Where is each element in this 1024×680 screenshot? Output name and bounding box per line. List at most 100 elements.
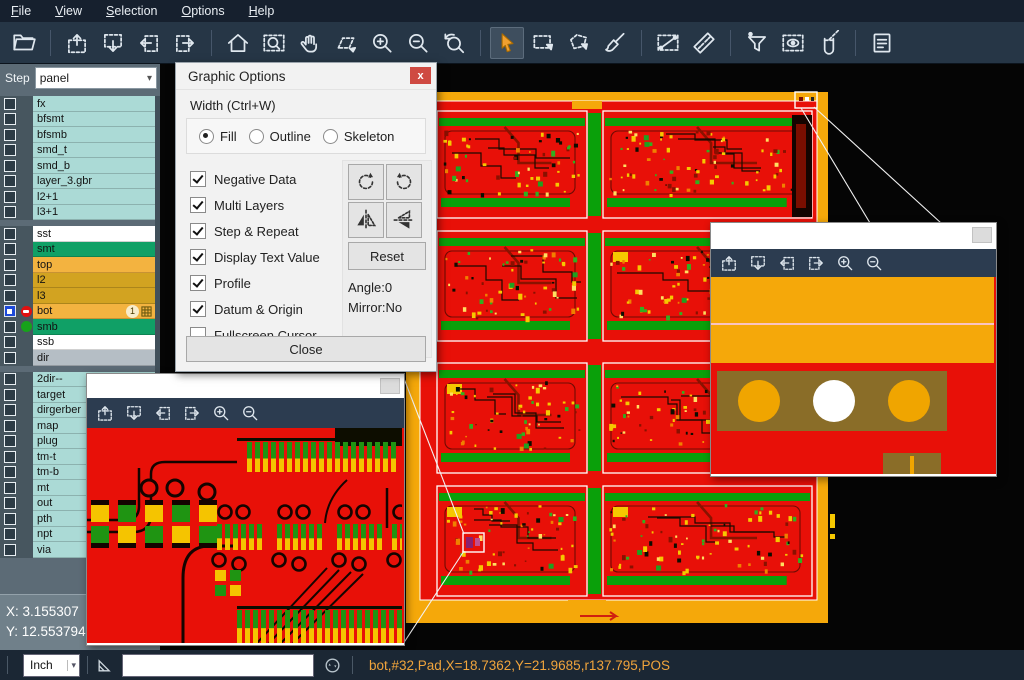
layer-visibility-checkbox[interactable] <box>4 228 16 240</box>
view-box-icon[interactable] <box>776 27 810 59</box>
dialog-title[interactable]: Graphic Options <box>176 63 436 90</box>
layer-cell-fx[interactable]: fx <box>33 96 155 112</box>
layer-cell-ssb[interactable]: ssb <box>33 335 155 351</box>
arrow-up-box-icon[interactable] <box>60 27 94 59</box>
layer-visibility-checkbox[interactable] <box>4 243 16 255</box>
popup-window-button[interactable] <box>972 227 992 243</box>
layer-visibility-checkbox[interactable] <box>4 160 16 172</box>
layer-row-l2[interactable]: l2 <box>0 273 160 289</box>
folder-open-icon[interactable] <box>7 27 41 59</box>
layer-visibility-checkbox[interactable] <box>4 451 16 463</box>
layer-visibility-checkbox[interactable] <box>4 98 16 110</box>
layer-row-bot[interactable]: bot1 <box>0 304 160 320</box>
layer-visibility-checkbox[interactable] <box>4 206 16 218</box>
checkbox-multi-layers[interactable]: Multi Layers <box>190 192 320 218</box>
layer-visibility-checkbox[interactable] <box>4 336 16 348</box>
checkbox-display-text-value[interactable]: Display Text Value <box>190 244 320 270</box>
layer-row-l3+1[interactable]: l3+1 <box>0 205 160 221</box>
brush-icon[interactable] <box>598 27 632 59</box>
zoom-out-icon[interactable] <box>864 253 884 273</box>
layer-visibility-checkbox[interactable] <box>4 321 16 333</box>
checkbox-box[interactable] <box>190 197 206 213</box>
layer-cell-dir[interactable]: dir <box>33 350 155 366</box>
refresh-icon[interactable] <box>323 656 342 675</box>
layer-row-layer_3.gbr[interactable]: layer_3.gbr <box>0 174 160 190</box>
rotate-cw-button[interactable] <box>348 164 384 200</box>
close-icon[interactable]: x <box>410 67 431 84</box>
layer-cell-sst[interactable]: sst <box>33 226 155 242</box>
radio-button[interactable] <box>249 129 264 144</box>
zoom-back-icon[interactable] <box>437 27 471 59</box>
unit-dropdown[interactable]: Inch ▾ <box>23 654 80 677</box>
layer-cell-bot[interactable]: bot1 <box>33 304 155 320</box>
checkbox-box[interactable] <box>190 223 206 239</box>
layer-visibility-checkbox[interactable] <box>4 129 16 141</box>
zoom-in-icon[interactable] <box>835 253 855 273</box>
select-rect-icon[interactable] <box>526 27 560 59</box>
layer-visibility-checkbox[interactable] <box>4 191 16 203</box>
layer-visibility-checkbox[interactable] <box>4 513 16 525</box>
radio-button[interactable] <box>323 129 338 144</box>
radio-outline[interactable]: Outline <box>249 129 311 144</box>
reset-button[interactable]: Reset <box>348 242 426 270</box>
arrow-up-box-icon[interactable] <box>95 403 115 423</box>
zoom-out-icon[interactable] <box>240 403 260 423</box>
layer-visibility-checkbox[interactable] <box>4 113 16 125</box>
layer-cell-smb[interactable]: smb <box>33 319 155 335</box>
drag-view-icon[interactable] <box>329 27 363 59</box>
menu-view[interactable]: View <box>44 2 93 20</box>
layer-visibility-checkbox[interactable] <box>4 528 16 540</box>
mirror-horizontal-button[interactable] <box>386 202 422 238</box>
checkbox-step-repeat[interactable]: Step & Repeat <box>190 218 320 244</box>
radio-skeleton[interactable]: Skeleton <box>323 129 395 144</box>
layer-visibility-checkbox[interactable] <box>4 175 16 187</box>
pan-hand-icon[interactable] <box>293 27 327 59</box>
arrow-left-box-icon[interactable] <box>777 253 797 273</box>
rotate-ccw-button[interactable] <box>386 164 422 200</box>
layer-row-l3[interactable]: l3 <box>0 288 160 304</box>
layer-cell-bfsmt[interactable]: bfsmt <box>33 112 155 128</box>
layer-visibility-checkbox[interactable] <box>4 420 16 432</box>
measure-icon[interactable] <box>651 27 685 59</box>
layer-visibility-checkbox[interactable] <box>4 497 16 509</box>
layer-cell-smd_b[interactable]: smd_b <box>33 158 155 174</box>
checkbox-negative-data[interactable]: Negative Data <box>190 166 320 192</box>
arrow-down-box-icon[interactable] <box>748 253 768 273</box>
layer-cell-l2[interactable]: l2 <box>33 273 155 289</box>
pointer-select-icon[interactable] <box>490 27 524 59</box>
layer-cell-l3[interactable]: l3 <box>33 288 155 304</box>
select-poly-icon[interactable] <box>562 27 596 59</box>
layer-row-l2+1[interactable]: l2+1 <box>0 189 160 205</box>
ruler-icon[interactable] <box>687 27 721 59</box>
filter-icon[interactable] <box>740 27 774 59</box>
magnet-icon[interactable] <box>812 27 846 59</box>
arrow-left-box-icon[interactable] <box>153 403 173 423</box>
menu-selection[interactable]: Selection <box>95 2 168 20</box>
menu-options[interactable]: Options <box>170 2 235 20</box>
arrow-right-box-icon[interactable] <box>806 253 826 273</box>
layer-row-bfsmt[interactable]: bfsmt <box>0 112 160 128</box>
layer-row-smb[interactable]: smb <box>0 319 160 335</box>
layer-active-indicator[interactable] <box>21 321 32 332</box>
checkbox-datum-origin[interactable]: Datum & Origin <box>190 296 320 322</box>
zoom-window-icon[interactable] <box>257 27 291 59</box>
layer-cell-top[interactable]: top <box>33 257 155 273</box>
layer-cell-l2+1[interactable]: l2+1 <box>33 189 155 205</box>
report-icon[interactable] <box>865 27 899 59</box>
layer-visibility-checkbox[interactable] <box>4 389 16 401</box>
layer-visibility-checkbox[interactable] <box>4 259 16 271</box>
arrow-up-box-icon[interactable] <box>719 253 739 273</box>
layer-visibility-checkbox[interactable] <box>4 305 16 317</box>
arrow-left-box-icon[interactable] <box>132 27 166 59</box>
layer-row-smt[interactable]: smt <box>0 242 160 258</box>
layer-row-smd_t[interactable]: smd_t <box>0 143 160 159</box>
layer-visibility-checkbox[interactable] <box>4 290 16 302</box>
command-input[interactable] <box>122 654 314 677</box>
checkbox-box[interactable] <box>190 249 206 265</box>
checkbox-box[interactable] <box>190 275 206 291</box>
layer-visibility-checkbox[interactable] <box>4 466 16 478</box>
layer-row-fx[interactable]: fx <box>0 96 160 112</box>
menu-help[interactable]: Help <box>238 2 286 20</box>
layer-row-bfsmb[interactable]: bfsmb <box>0 127 160 143</box>
layer-cell-smd_t[interactable]: smd_t <box>33 143 155 159</box>
